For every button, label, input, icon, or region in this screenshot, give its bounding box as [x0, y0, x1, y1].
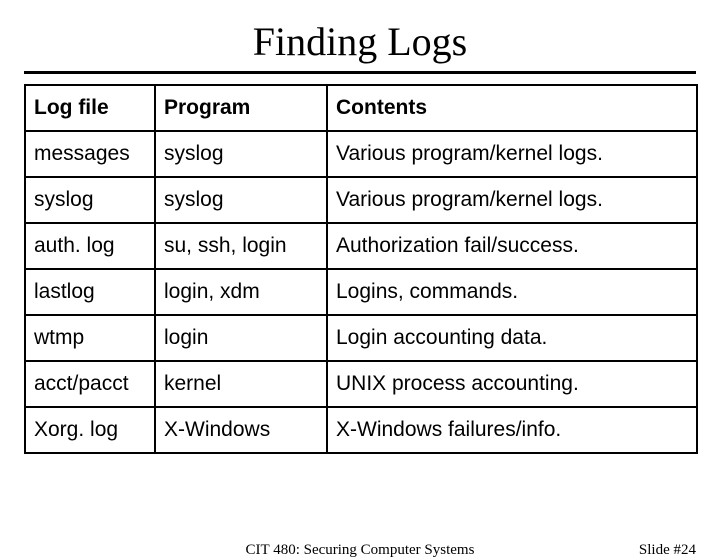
- table-row: wtmp login Login accounting data.: [25, 315, 697, 361]
- logs-table: Log file Program Contents messages syslo…: [24, 84, 698, 454]
- col-header-logfile: Log file: [25, 85, 155, 131]
- col-header-program: Program: [155, 85, 327, 131]
- cell-logfile: wtmp: [25, 315, 155, 361]
- table-header-row: Log file Program Contents: [25, 85, 697, 131]
- cell-program: kernel: [155, 361, 327, 407]
- col-header-contents: Contents: [327, 85, 697, 131]
- cell-contents: Various program/kernel logs.: [327, 131, 697, 177]
- table-row: messages syslog Various program/kernel l…: [25, 131, 697, 177]
- table-row: auth. log su, ssh, login Authorization f…: [25, 223, 697, 269]
- cell-contents: Various program/kernel logs.: [327, 177, 697, 223]
- footer-slide-number: Slide #24: [639, 542, 696, 559]
- table-row: Xorg. log X-Windows X-Windows failures/i…: [25, 407, 697, 453]
- cell-logfile: Xorg. log: [25, 407, 155, 453]
- table-row: lastlog login, xdm Logins, commands.: [25, 269, 697, 315]
- cell-contents: X-Windows failures/info.: [327, 407, 697, 453]
- cell-logfile: lastlog: [25, 269, 155, 315]
- cell-program: X-Windows: [155, 407, 327, 453]
- cell-program: syslog: [155, 177, 327, 223]
- cell-contents: Logins, commands.: [327, 269, 697, 315]
- cell-contents: Authorization fail/success.: [327, 223, 697, 269]
- slide: Finding Logs Log file Program Contents m…: [0, 18, 720, 558]
- cell-program: su, ssh, login: [155, 223, 327, 269]
- cell-contents: Login accounting data.: [327, 315, 697, 361]
- cell-logfile: messages: [25, 131, 155, 177]
- table-row: acct/pacct kernel UNIX process accountin…: [25, 361, 697, 407]
- cell-logfile: acct/pacct: [25, 361, 155, 407]
- slide-title: Finding Logs: [0, 18, 720, 65]
- cell-program: login: [155, 315, 327, 361]
- footer-course: CIT 480: Securing Computer Systems: [0, 542, 720, 559]
- table-row: syslog syslog Various program/kernel log…: [25, 177, 697, 223]
- cell-logfile: syslog: [25, 177, 155, 223]
- title-rule: [24, 71, 696, 74]
- cell-contents: UNIX process accounting.: [327, 361, 697, 407]
- cell-program: syslog: [155, 131, 327, 177]
- cell-program: login, xdm: [155, 269, 327, 315]
- cell-logfile: auth. log: [25, 223, 155, 269]
